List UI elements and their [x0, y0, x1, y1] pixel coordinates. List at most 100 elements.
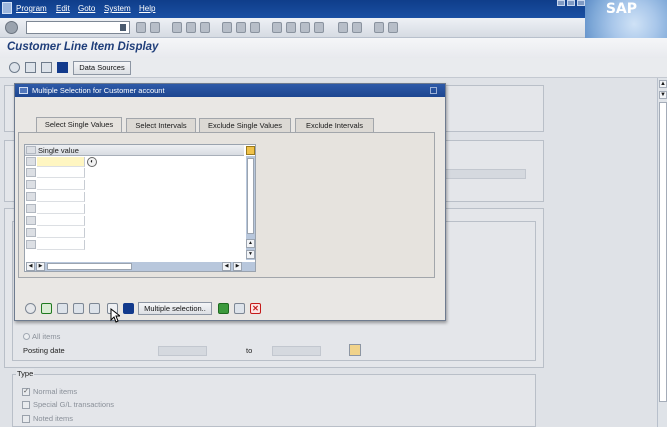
- single-value-cell[interactable]: [37, 157, 85, 167]
- close-icon[interactable]: [577, 0, 585, 6]
- single-value-cell[interactable]: [37, 192, 85, 202]
- print-icon[interactable]: [222, 22, 232, 33]
- menu-help[interactable]: Help: [139, 4, 155, 13]
- single-value-cell[interactable]: [37, 180, 85, 190]
- shortcut-icon[interactable]: [352, 22, 362, 33]
- posting-date-multiple-selection-button[interactable]: [349, 344, 361, 356]
- command-field[interactable]: [26, 21, 130, 34]
- find-icon[interactable]: [236, 22, 246, 33]
- table-scroll-right-icon[interactable]: ▶: [36, 262, 45, 271]
- dynamic-selections-icon[interactable]: [41, 62, 52, 73]
- tab-select-single-values[interactable]: Select Single Values: [36, 117, 122, 133]
- normal-items-checkbox[interactable]: ✓: [22, 388, 30, 396]
- back-icon[interactable]: [172, 22, 182, 33]
- posting-date-from-field[interactable]: [158, 346, 207, 356]
- system-toolbar: [0, 18, 585, 38]
- single-values-table: Single value ◐ ▲ ▼ ◀ ▶ ◀ ▶: [24, 144, 256, 272]
- table-horizontal-scrollbar[interactable]: ◀ ▶ ◀ ▶: [26, 262, 255, 271]
- previous-page-icon[interactable]: [286, 22, 296, 33]
- sap-logo: SAP: [585, 0, 667, 40]
- table-settings-icon[interactable]: [246, 146, 255, 155]
- cancel-x-icon[interactable]: ✕: [250, 303, 261, 314]
- row-selector[interactable]: [26, 180, 36, 189]
- row-selector[interactable]: [26, 216, 36, 225]
- row-selector[interactable]: [26, 204, 36, 213]
- copy-from-clipboard-icon[interactable]: [218, 303, 229, 314]
- table-hscroll-thumb[interactable]: [47, 263, 132, 270]
- last-page-icon[interactable]: [314, 22, 324, 33]
- save-icon[interactable]: [150, 22, 160, 33]
- value-help-icon[interactable]: ◐: [87, 157, 97, 167]
- table-scroll-far-right-icon[interactable]: ▶: [233, 262, 242, 271]
- special-gl-checkbox[interactable]: [22, 401, 30, 409]
- screen-vertical-scrollbar[interactable]: ▲ ▼: [657, 78, 667, 427]
- single-value-cell[interactable]: [37, 168, 85, 178]
- row-selector[interactable]: [26, 192, 36, 201]
- menu-system[interactable]: System: [104, 4, 131, 13]
- table-scroll-thumb[interactable]: [247, 158, 254, 234]
- execute-icon[interactable]: [25, 303, 36, 314]
- single-value-cell[interactable]: [37, 216, 85, 226]
- row-selector[interactable]: [26, 228, 36, 237]
- table-scroll-down-icon[interactable]: ▼: [246, 250, 255, 259]
- tab-select-intervals[interactable]: Select Intervals: [126, 118, 196, 132]
- exit-icon[interactable]: [186, 22, 196, 33]
- multiple-selection-button[interactable]: Multiple selection..: [138, 302, 212, 315]
- command-dropdown-icon[interactable]: [120, 24, 126, 31]
- row-selector[interactable]: [26, 157, 36, 166]
- maximize-icon[interactable]: [567, 0, 575, 6]
- menu-program[interactable]: Program: [16, 4, 47, 13]
- system-menu-icon[interactable]: [2, 2, 12, 14]
- tab-exclude-single-values[interactable]: Exclude Single Values: [199, 118, 291, 132]
- select-all-icon[interactable]: [26, 146, 36, 154]
- import-icon[interactable]: [57, 303, 68, 314]
- get-variant-icon[interactable]: [25, 62, 36, 73]
- multiple-selection-dialog: Multiple Selection for Customer account …: [14, 83, 446, 321]
- first-page-icon[interactable]: [272, 22, 282, 33]
- table-scroll-left-icon[interactable]: ◀: [26, 262, 35, 271]
- upload-icon[interactable]: [234, 303, 245, 314]
- find-next-icon[interactable]: [250, 22, 260, 33]
- table-scroll-up-icon[interactable]: ▲: [246, 239, 255, 248]
- customize-layout-icon[interactable]: [388, 22, 398, 33]
- row-selector[interactable]: [26, 168, 36, 177]
- scroll-down-icon[interactable]: ▼: [659, 91, 667, 99]
- info-icon[interactable]: [57, 62, 68, 73]
- type-group-label: Type: [16, 369, 35, 378]
- noted-items-checkbox[interactable]: [22, 415, 30, 423]
- next-page-icon[interactable]: [300, 22, 310, 33]
- help-icon[interactable]: [374, 22, 384, 33]
- row-selector[interactable]: [26, 240, 36, 249]
- single-value-cell[interactable]: [37, 240, 85, 250]
- info-icon[interactable]: [123, 303, 134, 314]
- scroll-thumb[interactable]: [659, 102, 667, 402]
- posting-date-label: Posting date: [23, 346, 65, 355]
- menu-goto[interactable]: Goto: [78, 4, 95, 13]
- menu-edit[interactable]: Edit: [56, 4, 70, 13]
- title-bar: Customer Line Item Display: [0, 38, 667, 58]
- cancel-icon[interactable]: [200, 22, 210, 33]
- page-title: Customer Line Item Display: [7, 41, 159, 53]
- tab-exclude-intervals[interactable]: Exclude Intervals: [295, 118, 374, 132]
- all-items-radio[interactable]: [23, 333, 30, 340]
- search-help-field[interactable]: [442, 169, 526, 179]
- delete-row-icon[interactable]: [89, 303, 100, 314]
- menu-bar: Program Edit Goto System Help: [0, 0, 667, 18]
- scroll-up-icon[interactable]: ▲: [659, 80, 667, 88]
- new-session-icon[interactable]: [338, 22, 348, 33]
- enter-icon[interactable]: [5, 21, 18, 34]
- insert-row-icon[interactable]: [73, 303, 84, 314]
- dialog-close-icon[interactable]: [430, 87, 437, 94]
- posting-date-to-field[interactable]: [272, 346, 321, 356]
- confirm-check-icon[interactable]: [41, 303, 52, 314]
- execute-icon[interactable]: [9, 62, 20, 73]
- back-arrow-icon[interactable]: [136, 22, 146, 33]
- data-sources-button[interactable]: Data Sources: [73, 61, 131, 75]
- minimize-icon[interactable]: [557, 0, 565, 6]
- single-value-cell[interactable]: [37, 228, 85, 238]
- dialog-system-icon[interactable]: [19, 87, 28, 94]
- single-value-cell[interactable]: [37, 204, 85, 214]
- table-scroll-far-left-icon[interactable]: ◀: [222, 262, 231, 271]
- dialog-title-bar: Multiple Selection for Customer account: [15, 84, 445, 97]
- table-vertical-scrollbar[interactable]: ▲ ▼: [246, 156, 255, 260]
